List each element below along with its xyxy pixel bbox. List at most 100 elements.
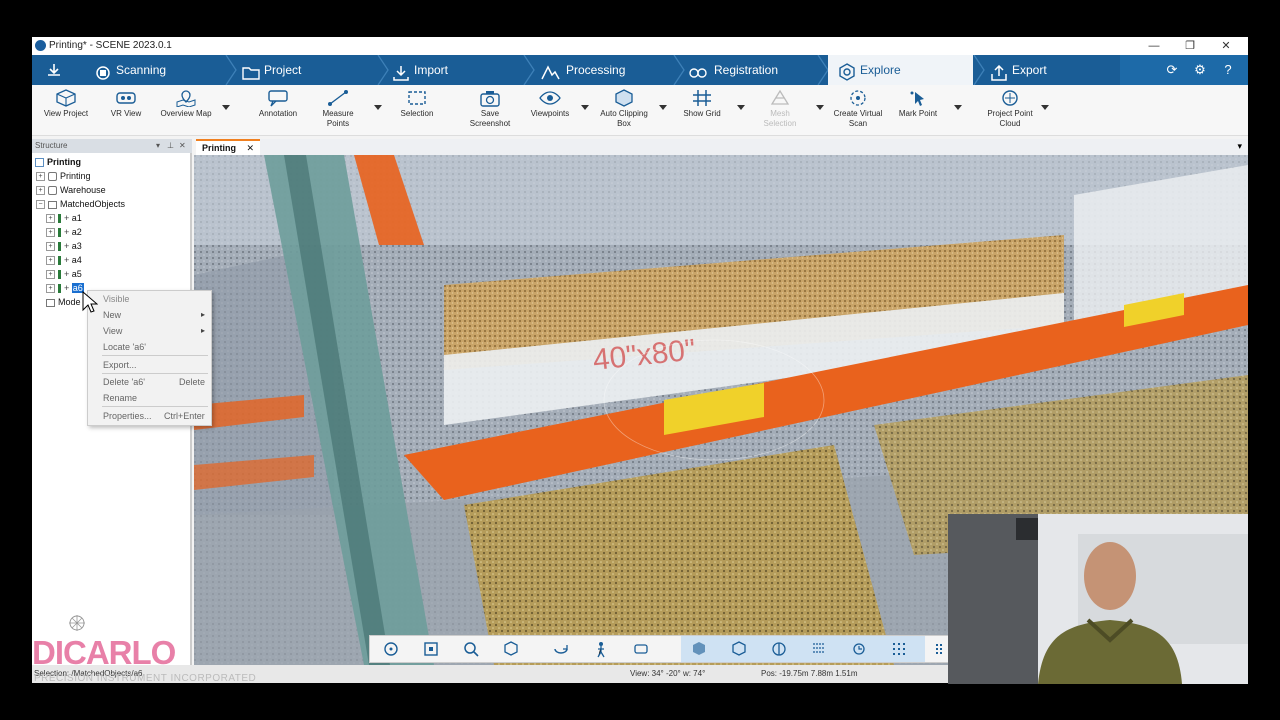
menu-item-locate[interactable]: Locate 'a6' xyxy=(103,342,146,352)
button-label: Mesh xyxy=(770,109,790,118)
clipping-icon[interactable] xyxy=(730,640,748,658)
menu-shortcut: Ctrl+Enter xyxy=(164,411,205,421)
chevron-down-icon[interactable]: ▾ xyxy=(156,141,160,150)
save-screenshot-button[interactable]: Save Screenshot xyxy=(464,89,516,129)
close-icon[interactable]: ✕ xyxy=(179,141,186,150)
expand-icon[interactable]: + xyxy=(46,214,55,224)
display-mode-icon[interactable] xyxy=(690,640,708,658)
folder-icon xyxy=(242,62,260,80)
grid-dots-icon[interactable] xyxy=(890,640,908,658)
annotation-button[interactable]: Annotation xyxy=(254,89,302,119)
mesh-selection-button[interactable]: Mesh Selection xyxy=(758,89,802,129)
point-density-icon[interactable] xyxy=(810,640,828,658)
expand-icon[interactable]: + xyxy=(46,270,55,280)
menu-item-properties[interactable]: Properties... Ctrl+Enter xyxy=(103,411,208,421)
download-icon[interactable] xyxy=(46,62,62,78)
menu-item-delete[interactable]: Delete 'a6' Delete xyxy=(103,377,208,387)
object-icon xyxy=(58,256,61,266)
tab-processing[interactable]: Processing xyxy=(540,55,675,85)
tree-item-models[interactable]: Mode xyxy=(46,297,81,307)
create-virtual-scan-button[interactable]: Create Virtual Scan xyxy=(830,89,886,129)
tree-item-matchedobjects[interactable]: − MatchedObjects xyxy=(36,199,125,210)
maximize-button[interactable]: ❐ xyxy=(1172,37,1208,55)
tree-item-a4[interactable]: + + a4 xyxy=(46,255,82,266)
section-icon[interactable] xyxy=(770,640,788,658)
pin-icon[interactable]: ⊥ xyxy=(167,141,174,150)
rotate-icon[interactable] xyxy=(552,640,570,658)
overview-map-button[interactable]: Overview Map xyxy=(156,89,216,119)
chevron-down-icon[interactable]: ▾ xyxy=(1237,141,1242,152)
close-button[interactable]: ✕ xyxy=(1208,37,1244,55)
help-icon[interactable]: ? xyxy=(1219,61,1237,79)
selection-button[interactable]: Selection xyxy=(396,89,438,119)
collapse-icon[interactable]: − xyxy=(36,200,45,210)
scanner-positions-icon[interactable] xyxy=(850,640,868,658)
view-cube-icon[interactable] xyxy=(502,640,520,658)
menu-item-export[interactable]: Export... xyxy=(103,360,137,370)
tab-separator xyxy=(673,55,685,85)
view-project-button[interactable]: View Project xyxy=(42,89,90,119)
tab-import[interactable]: Import xyxy=(392,55,527,85)
menu-item-visible[interactable]: Visible xyxy=(103,294,129,304)
panel-title: Structure xyxy=(35,141,68,150)
menu-item-new[interactable]: New xyxy=(103,310,121,320)
auto-clipping-box-button[interactable]: Auto Clipping Box xyxy=(596,89,652,129)
viewpoints-button[interactable]: Viewpoints xyxy=(528,89,572,119)
orbit-icon[interactable] xyxy=(382,640,400,658)
minimize-button[interactable]: — xyxy=(1136,37,1172,55)
tab-scanning[interactable]: Scanning xyxy=(94,55,224,85)
expand-icon[interactable]: + xyxy=(46,242,55,252)
chevron-down-icon[interactable] xyxy=(659,105,667,110)
mesh-icon xyxy=(770,89,790,105)
more-options-icon[interactable] xyxy=(930,640,948,658)
refresh-icon[interactable]: ⟳ xyxy=(1163,61,1181,79)
vr-view-button[interactable]: VR View xyxy=(106,89,146,119)
chevron-down-icon[interactable] xyxy=(1041,105,1049,110)
chevron-down-icon[interactable] xyxy=(222,105,230,110)
tree-item-a1[interactable]: + + a1 xyxy=(46,213,82,224)
close-icon[interactable]: ✕ xyxy=(247,143,255,153)
chevron-down-icon[interactable] xyxy=(581,105,589,110)
tree-item-a2[interactable]: + + a2 xyxy=(46,227,82,238)
tree-item-root[interactable]: Printing xyxy=(35,157,81,168)
expand-icon[interactable]: + xyxy=(46,256,55,266)
project-point-cloud-button[interactable]: Project Point Cloud xyxy=(982,89,1038,129)
show-grid-button[interactable]: Show Grid xyxy=(680,89,724,119)
tree-item-a5[interactable]: + + a5 xyxy=(46,269,82,280)
tab-explore[interactable]: Explore xyxy=(838,55,973,85)
walk-icon[interactable] xyxy=(592,640,610,658)
chevron-down-icon[interactable] xyxy=(954,105,962,110)
chevron-down-icon[interactable] xyxy=(737,105,745,110)
mark-point-button[interactable]: Mark Point xyxy=(896,89,940,119)
tab-project[interactable]: Project xyxy=(242,55,377,85)
expand-icon[interactable]: + xyxy=(46,228,55,238)
menu-item-rename[interactable]: Rename xyxy=(103,393,137,403)
button-label: Annotation xyxy=(258,109,298,118)
watermark-tagline: PRECISION INSTRUMENT INCORPORATED xyxy=(34,673,257,684)
search-icon[interactable] xyxy=(462,640,480,658)
tree-item-a6[interactable]: + + a6 xyxy=(46,283,84,294)
menu-divider xyxy=(102,406,208,407)
zoom-extent-icon[interactable] xyxy=(422,640,440,658)
tree-item-warehouse[interactable]: + Warehouse xyxy=(36,185,106,196)
view-tab-strip: Printing ✕ ▾ xyxy=(196,139,1248,157)
fly-icon[interactable] xyxy=(632,640,650,658)
menu-item-view[interactable]: View xyxy=(103,326,122,336)
expand-icon[interactable]: + xyxy=(36,186,45,196)
button-label: Screenshot xyxy=(469,119,511,128)
tab-label: Printing xyxy=(202,143,236,153)
tab-export[interactable]: Export xyxy=(990,55,1120,85)
tree-item-printing[interactable]: + Printing xyxy=(36,171,91,182)
tree-label: Printing xyxy=(47,157,81,167)
chevron-down-icon[interactable] xyxy=(816,105,824,110)
expand-icon[interactable]: + xyxy=(36,172,45,182)
tab-registration[interactable]: Registration xyxy=(688,55,823,85)
chevron-down-icon[interactable] xyxy=(374,105,382,110)
tree-label: a4 xyxy=(71,255,82,265)
tab-separator xyxy=(225,55,237,85)
scanner-icon xyxy=(94,62,110,80)
tree-item-a3[interactable]: + + a3 xyxy=(46,241,82,252)
gear-icon[interactable]: ⚙ xyxy=(1191,61,1209,79)
measure-points-button[interactable]: Measure Points xyxy=(316,89,360,129)
expand-icon[interactable]: + xyxy=(46,284,55,294)
